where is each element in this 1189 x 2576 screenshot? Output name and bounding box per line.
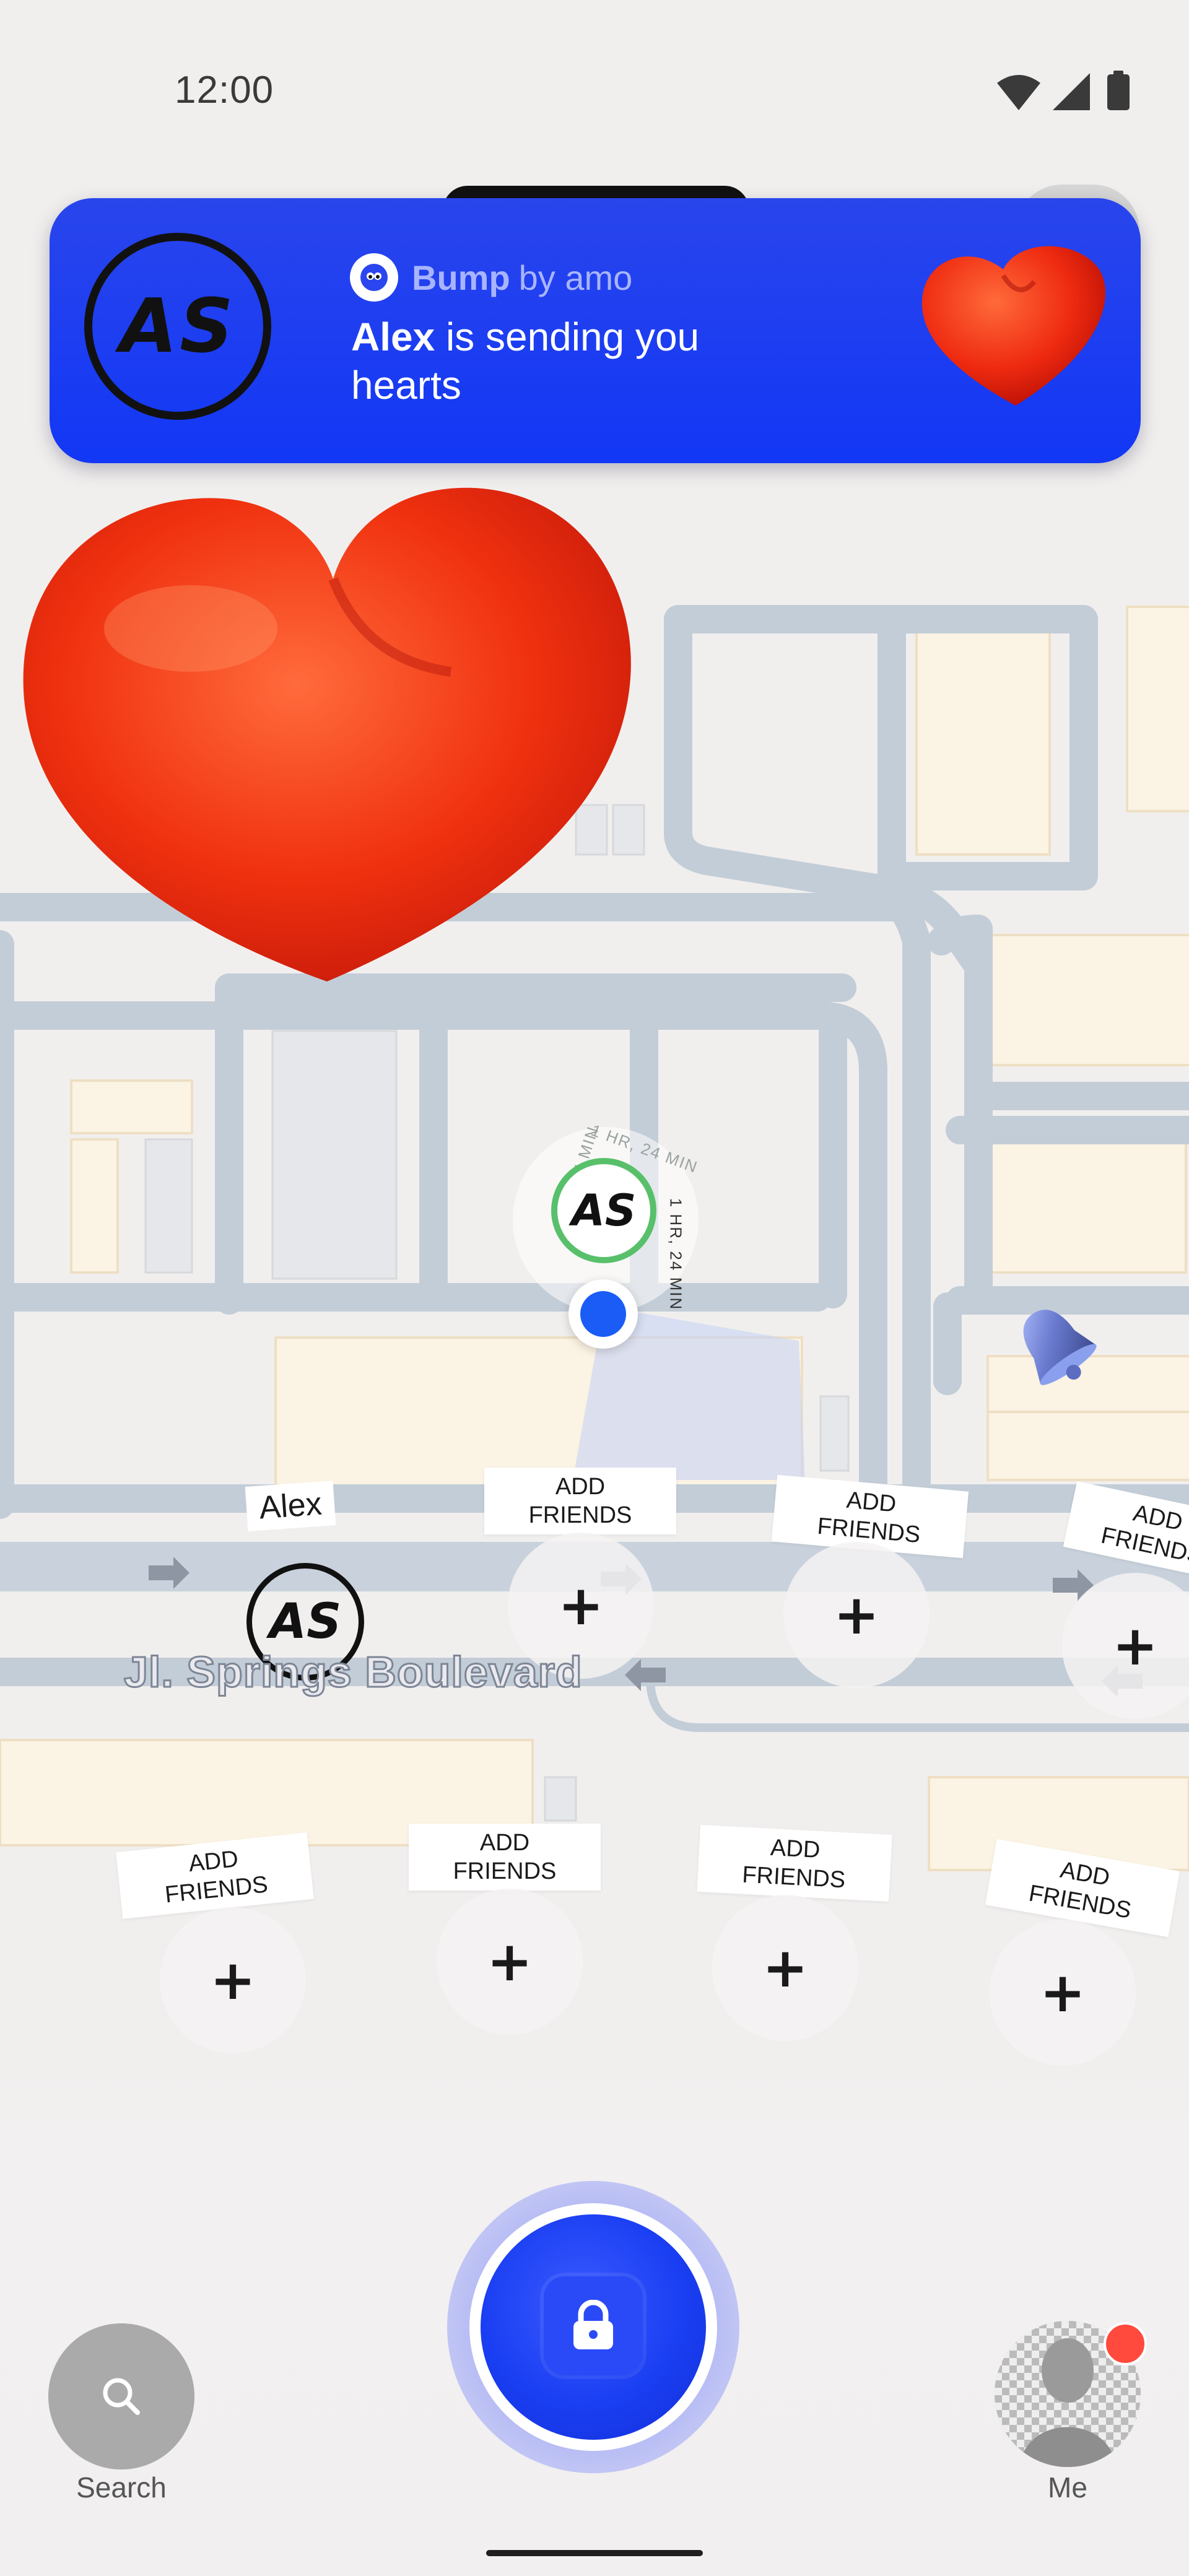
bump-app-icon [350,253,398,302]
app-name: Bump [412,258,510,297]
app-by: by amo [518,258,633,297]
add-friend-button[interactable]: + [160,1907,306,2053]
friend-name-label: Alex [245,1481,336,1531]
heart-icon [23,487,631,981]
pin-ring-text: 1 HR, 24 MIN [666,1198,686,1311]
add-friends-label: ADD FRIENDS [484,1468,676,1534]
search-label: Search [76,2471,167,2504]
status-time: 12:00 [175,69,274,111]
add-friends-label: ADD FRIENDS [409,1824,601,1891]
current-location-dot [568,1279,638,1349]
status-icons [997,71,1130,110]
battery-icon [1107,71,1130,110]
search-button[interactable] [48,2323,194,2469]
bell-icon[interactable] [1003,1294,1108,1399]
sender-name: Alex [351,315,435,359]
me-label: Me [1048,2471,1087,2504]
wifi-icon [997,75,1040,110]
notification-app-row: Bump by amo [350,253,632,302]
my-location-pin[interactable]: AS [551,1158,656,1263]
map-screen: 12:00 AS Bump by amo Alex is sending you… [0,0,1189,2576]
heart-icon [921,246,1106,406]
heart-notification[interactable]: AS Bump by amo Alex is sending you heart… [50,198,1141,463]
add-friends-label: ADD FRIENDS [697,1824,892,1902]
lock-icon [573,2300,613,2349]
add-friend-button[interactable]: + [437,1889,583,2035]
add-friend-button[interactable]: + [783,1542,930,1688]
notification-message: Alex is sending you hearts [351,313,785,409]
lock-button[interactable] [544,2276,643,2375]
search-icon [103,2378,140,2415]
add-friend-button[interactable]: + [712,1895,858,2041]
signal-icon [1053,73,1090,110]
sender-avatar: AS [84,233,271,420]
home-indicator[interactable] [486,2550,703,2556]
street-name-label: Jl. Springs Boulevard [123,1647,583,1697]
notification-badge [1104,2322,1147,2365]
